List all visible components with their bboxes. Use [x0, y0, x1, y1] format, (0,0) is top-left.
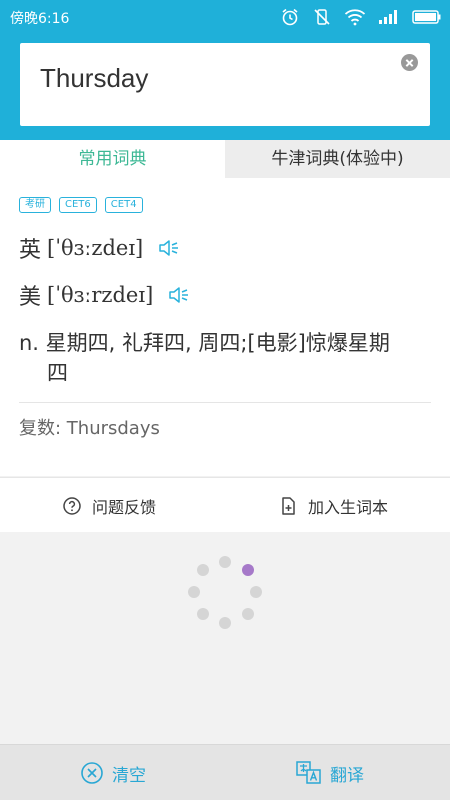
- add-wordbook-label: 加入生词本: [308, 497, 389, 517]
- add-note-icon: [282, 496, 295, 515]
- translate-icon: [296, 761, 321, 784]
- us-label: 美: [19, 285, 42, 310]
- tab-oxford-dictionary[interactable]: 牛津词典(体验中): [225, 140, 450, 178]
- tab-common-dictionary[interactable]: 常用词典: [0, 140, 225, 178]
- loader-dot: [188, 586, 200, 598]
- loader-dot: [242, 608, 254, 620]
- translate-button[interactable]: 翻译: [296, 745, 364, 800]
- question-circle-icon: [63, 496, 81, 515]
- search-input[interactable]: Thursday: [20, 43, 430, 126]
- actions-row: 问题反馈 加入生词本: [0, 477, 450, 532]
- definition-line: n. 星期四, 礼拜四, 周四;[电影]惊爆星期: [19, 331, 390, 355]
- bottom-bar: 清空 翻译: [0, 744, 450, 800]
- us-ipa: [ˈθɜːrzdeɪ]: [47, 283, 154, 307]
- clear-circle-icon: [81, 762, 103, 784]
- loader-dot-active: [242, 564, 254, 576]
- exam-tags: 考研 CET6 CET4: [19, 197, 143, 213]
- search-query[interactable]: Thursday: [40, 63, 148, 94]
- mute-icon: [314, 9, 330, 25]
- us-pronunciation: 美 [ˈθɜːrzdeɪ]: [19, 279, 191, 311]
- add-wordbook-button[interactable]: 加入生词本: [278, 478, 388, 533]
- clear-label: 清空: [112, 765, 146, 786]
- clear-input-icon[interactable]: [401, 54, 418, 71]
- loader-dot: [250, 586, 262, 598]
- loading-spinner: [180, 546, 270, 636]
- tag-badge: 考研: [19, 197, 51, 213]
- uk-label: 英: [19, 238, 42, 263]
- alarm-icon: [282, 8, 298, 26]
- feedback-label: 问题反馈: [92, 497, 157, 517]
- clear-button[interactable]: 清空: [80, 745, 146, 800]
- tag-badge: CET6: [59, 197, 97, 213]
- signal-icon: [379, 10, 397, 24]
- uk-ipa: [ˈθɜːzdeɪ]: [47, 236, 144, 260]
- plural-form: 复数: Thursdays: [19, 418, 160, 439]
- entry-card: 考研 CET6 CET4 英 [ˈθɜːzdeɪ] 美 [ˈθɜːrzdeɪ] …: [0, 178, 450, 476]
- feedback-button[interactable]: 问题反馈: [62, 478, 156, 533]
- uk-speaker-icon[interactable]: [157, 237, 181, 259]
- definition-line: 四: [47, 361, 68, 385]
- status-bar: 傍晚6:16: [0, 0, 450, 34]
- wifi-icon: [344, 9, 366, 26]
- status-time: 傍晚6:16: [10, 11, 70, 27]
- divider: [19, 402, 431, 403]
- translate-label: 翻译: [330, 765, 364, 786]
- dictionary-tabs: 常用词典 牛津词典(体验中): [0, 140, 450, 178]
- tag-badge: CET4: [104, 197, 143, 213]
- status-icons: [280, 6, 442, 28]
- loader-dot: [219, 556, 231, 568]
- search-header: Thursday: [0, 34, 450, 140]
- uk-pronunciation: 英 [ˈθɜːzdeɪ]: [19, 232, 181, 264]
- battery-icon: [412, 10, 441, 24]
- loader-dot: [197, 564, 209, 576]
- us-speaker-icon[interactable]: [167, 284, 191, 306]
- definition: n. 星期四, 礼拜四, 周四;[电影]惊爆星期 四: [19, 328, 439, 388]
- loader-dot: [197, 608, 209, 620]
- loader-dot: [219, 617, 231, 629]
